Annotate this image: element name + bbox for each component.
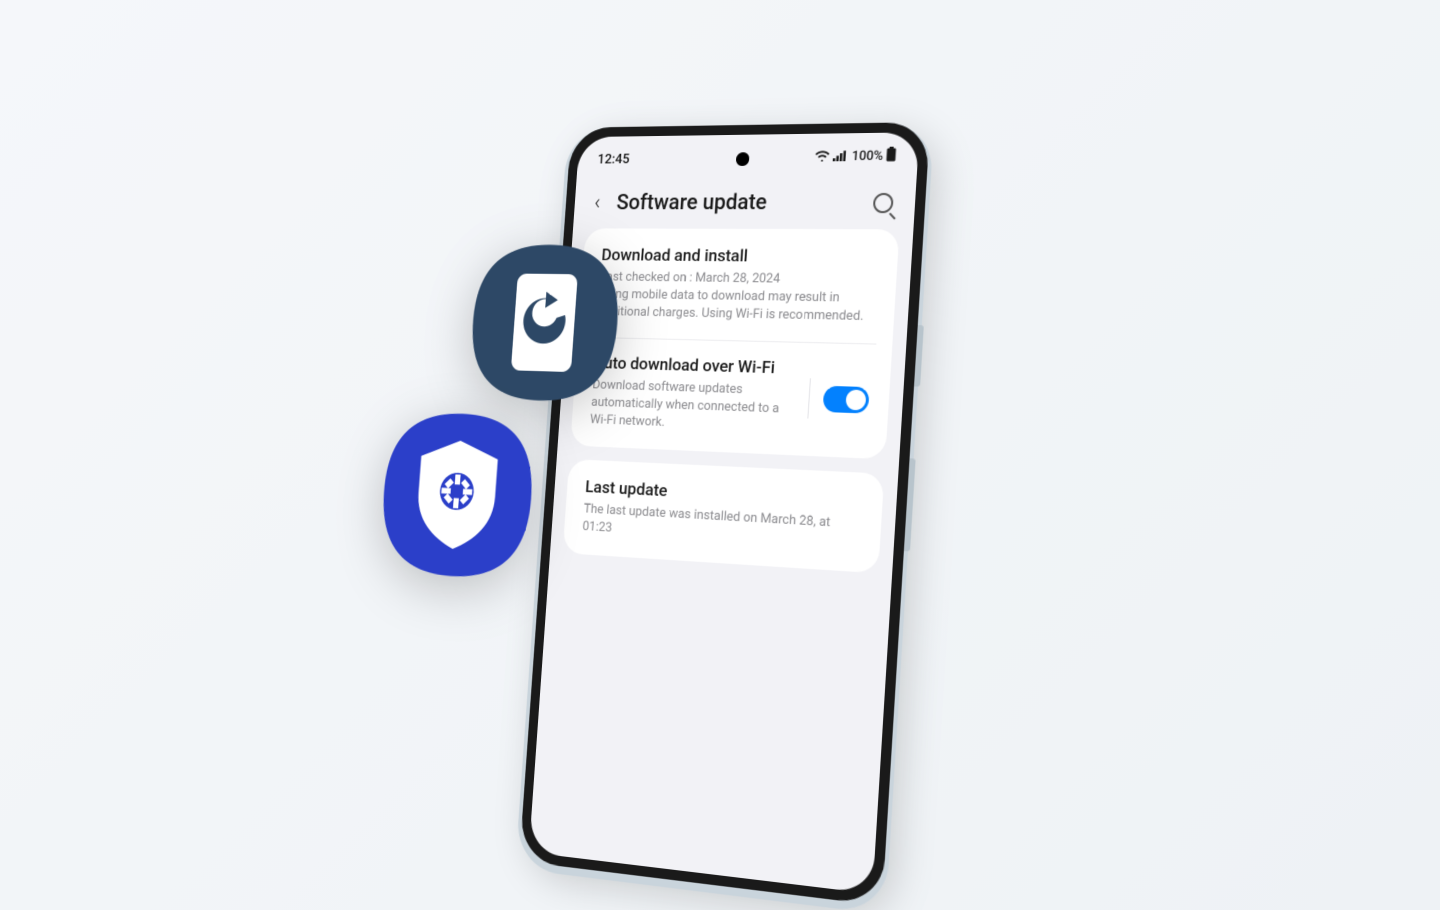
phone-side-buttons <box>914 325 924 387</box>
download-install-item[interactable]: Download and install Last checked on : M… <box>597 246 878 327</box>
item-sub: Download software updates automatically … <box>589 376 796 437</box>
phone-screen: 12:45 100% ‹ Software update <box>529 132 920 894</box>
phone-mockup: 12:45 100% ‹ Software update <box>519 122 930 906</box>
auto-download-toggle[interactable] <box>823 386 870 414</box>
auto-download-item[interactable]: Auto download over Wi-Fi Download softwa… <box>589 353 871 440</box>
divider-line <box>592 337 876 345</box>
signal-icon <box>833 149 850 165</box>
battery-icon <box>886 147 897 166</box>
page-header: ‹ Software update <box>573 172 917 230</box>
item-title: Auto download over Wi-Fi <box>593 353 797 378</box>
security-shield-icon <box>375 408 541 585</box>
wifi-icon <box>814 149 831 165</box>
battery-text: 100% <box>851 149 883 164</box>
status-bar: 12:45 100% <box>577 132 920 174</box>
scene: 12:45 100% ‹ Software update <box>470 140 970 840</box>
status-time: 12:45 <box>597 151 630 167</box>
item-subline-2: Using mobile data to download may result… <box>597 286 876 327</box>
item-title: Download and install <box>601 246 879 268</box>
search-icon[interactable] <box>873 192 894 212</box>
back-icon[interactable]: ‹ <box>594 191 602 215</box>
page-title: Software update <box>616 190 857 215</box>
status-indicators: 100% <box>814 147 897 167</box>
software-update-icon <box>464 241 626 406</box>
auto-download-text: Auto download over Wi-Fi Download softwa… <box>589 353 797 437</box>
card-last-update[interactable]: Last update The last update was installe… <box>563 459 885 573</box>
